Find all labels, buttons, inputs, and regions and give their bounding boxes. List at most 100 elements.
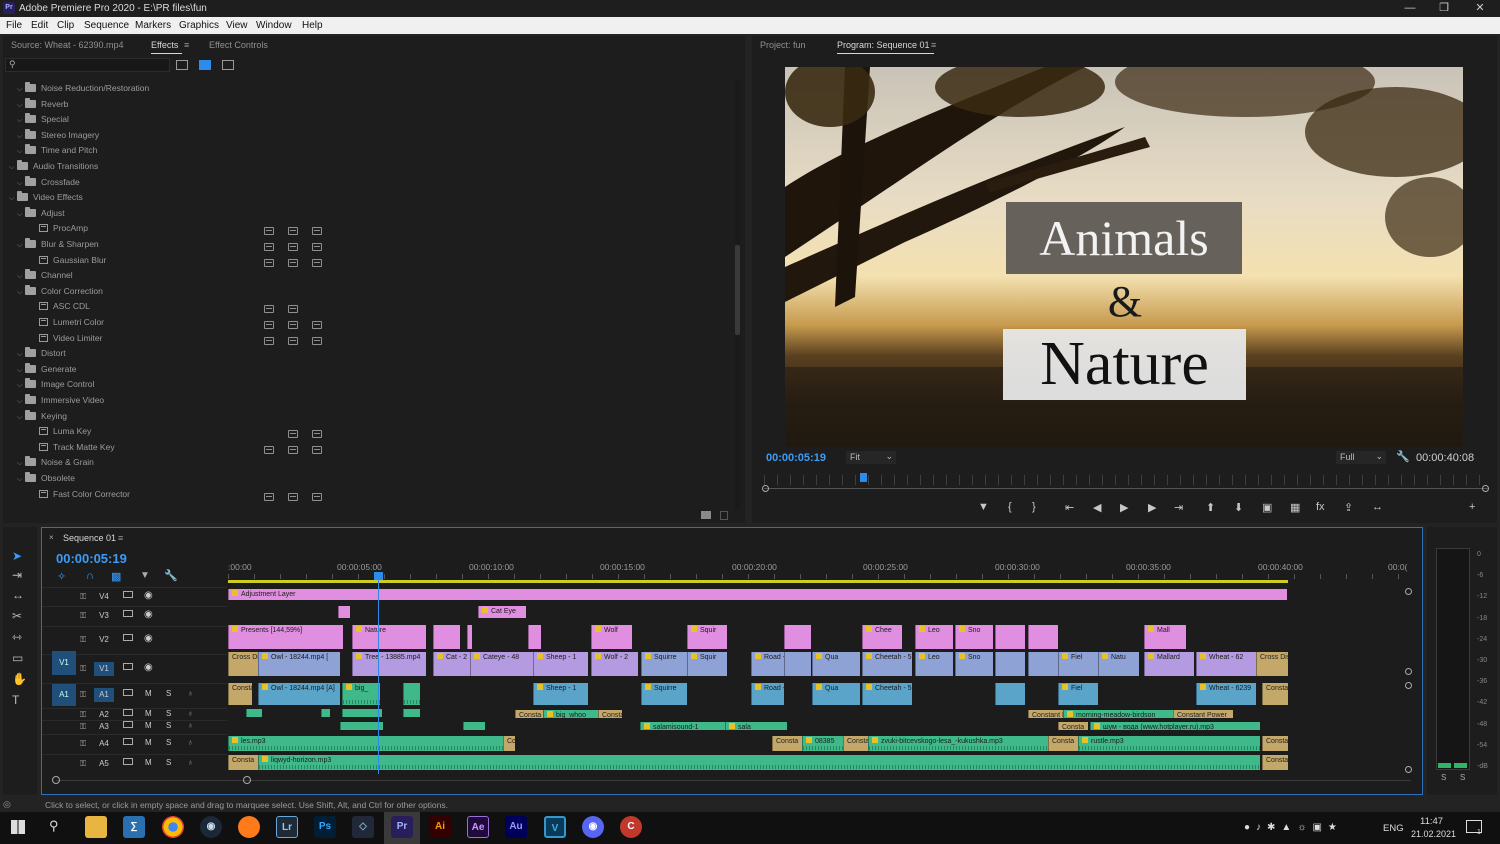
chevron-down-icon[interactable]: ⌵ <box>17 414 25 422</box>
timeline-clip[interactable]: salamisound-1 <box>640 722 725 730</box>
tree-item-1[interactable]: ⌵ Reverb <box>17 97 68 113</box>
zoom-handle-right[interactable] <box>1482 485 1489 492</box>
timeline-clip[interactable]: big_whoo <box>543 710 598 718</box>
fx-icon[interactable]: fx <box>1316 501 1325 513</box>
tree-item-25[interactable]: ⌵ Obsolete <box>17 472 75 487</box>
program-time-ruler[interactable] <box>764 475 1489 485</box>
mark-in-icon[interactable]: { <box>1008 501 1012 513</box>
lock-icon[interactable]: ⚿ <box>80 635 86 645</box>
timeline-clip[interactable] <box>467 625 472 649</box>
timeline-clip[interactable]: Cateye - 48 <box>470 652 533 676</box>
system-tray-icons[interactable]: ●♪✱▲☼▣★ <box>1244 822 1343 833</box>
solo-right-button[interactable]: S <box>1460 773 1465 782</box>
mute-button[interactable]: M <box>145 738 152 747</box>
eye-icon[interactable]: ◉ <box>144 662 153 673</box>
tree-item-4[interactable]: ⌵ Time and Pitch <box>17 144 97 159</box>
chevron-down-icon[interactable]: ⌵ <box>17 86 25 94</box>
panel-menu-icon[interactable]: ≡ <box>184 40 189 50</box>
yuv-effects-icon[interactable] <box>222 60 234 70</box>
selection-tool-icon[interactable]: ➤ <box>12 549 22 563</box>
timeline-clip[interactable]: шум - вода (www.hotplayer.ru).mp3 <box>1090 722 1260 730</box>
snap-icon[interactable]: ∩ <box>86 570 94 582</box>
tree-item-18[interactable]: ⌵ Generate <box>17 362 76 378</box>
timeline-clip[interactable] <box>784 652 811 676</box>
timeline-clip[interactable]: Fiel <box>1058 652 1098 676</box>
timeline-clip[interactable]: Wheat - 6239 <box>1196 683 1256 705</box>
after-effects-icon[interactable]: Ae <box>467 816 489 838</box>
timeline-clip[interactable]: sala <box>725 722 787 730</box>
tab-program[interactable]: Program: Sequence 01 <box>837 40 934 54</box>
tree-item-16[interactable]: Video Limiter <box>39 333 102 347</box>
export-frame-icon[interactable]: ▣ <box>1262 501 1272 514</box>
work-area-bar[interactable] <box>228 580 1288 583</box>
eye-icon[interactable]: ◉ <box>144 633 153 644</box>
timeline-clip[interactable] <box>1028 652 1058 676</box>
timeline-clip[interactable]: Consta <box>1048 736 1078 751</box>
timeline-clip[interactable]: 08385 <box>802 736 847 751</box>
ruler-ticks[interactable] <box>228 574 1408 579</box>
track-target-A4[interactable]: A4 <box>94 737 114 751</box>
export-icon[interactable]: ⇪ <box>1344 501 1353 514</box>
keyboard-language[interactable]: ENG <box>1383 823 1404 834</box>
mute-button[interactable]: M <box>145 721 152 730</box>
tree-item-23[interactable]: Track Matte Key <box>39 442 115 456</box>
eye-icon[interactable]: ◉ <box>144 609 153 620</box>
sync-lock-icon[interactable] <box>123 610 133 617</box>
steam-icon[interactable]: ◉ <box>200 816 222 838</box>
solo-left-button[interactable]: S <box>1441 773 1446 782</box>
timeline-clip[interactable] <box>342 709 382 717</box>
tree-item-17[interactable]: ⌵ Distort <box>17 347 66 362</box>
timeline-clip[interactable]: Consta <box>228 683 252 705</box>
sequence-tab[interactable]: Sequence 01 <box>63 533 116 543</box>
timeline-clip[interactable] <box>995 683 1025 705</box>
timeline-clip[interactable] <box>784 625 811 649</box>
audition-icon[interactable]: Au <box>505 816 527 838</box>
timeline-clip[interactable]: Wheat - 62 <box>1196 652 1256 676</box>
solo-button[interactable]: S <box>166 738 171 747</box>
search-icon[interactable]: ⚲ <box>49 818 59 834</box>
tab-project[interactable]: Project: fun <box>760 40 806 50</box>
tree-item-5[interactable]: ⌵ Audio Transitions <box>9 160 98 175</box>
timeline-clip[interactable] <box>403 709 420 717</box>
close-sequence-icon[interactable]: × <box>49 533 54 542</box>
timeline-clip[interactable]: Sheep - 1 <box>533 683 588 705</box>
timeline-clip[interactable]: rustle.mp3 <box>1078 736 1260 751</box>
menu-help[interactable]: Help <box>302 20 323 31</box>
button-editor-icon[interactable]: ↔ <box>1372 501 1383 513</box>
program-video-frame[interactable]: Animals & Nature <box>785 67 1463 447</box>
solo-button[interactable]: S <box>166 758 171 767</box>
add-marker-icon[interactable]: ▼ <box>978 501 989 513</box>
timeline-clip[interactable]: big_ <box>342 683 380 705</box>
program-playhead[interactable] <box>860 473 867 482</box>
tree-item-24[interactable]: ⌵ Noise & Grain <box>17 456 94 471</box>
timeline-clip[interactable] <box>463 722 485 730</box>
timeline-clip[interactable]: Cat Eye <box>478 606 526 618</box>
tab-source[interactable]: Source: Wheat - 62390.mp4 <box>11 40 124 50</box>
timeline-clip[interactable]: Consta <box>772 736 802 751</box>
microphone-icon[interactable]: ♁ <box>187 720 194 730</box>
mute-button[interactable]: M <box>145 758 152 767</box>
play-icon[interactable]: ▶ <box>1120 501 1128 514</box>
tab-effects[interactable]: Effects <box>151 40 183 54</box>
microphone-icon[interactable]: ♁ <box>187 688 194 698</box>
sync-lock-icon[interactable] <box>123 738 133 745</box>
chevron-down-icon[interactable]: ⌵ <box>17 273 25 281</box>
go-to-in-icon[interactable]: ⇤ <box>1065 501 1074 514</box>
wrench-icon[interactable]: 🔧 <box>1396 450 1410 463</box>
sync-lock-icon[interactable] <box>123 720 133 728</box>
mute-button[interactable]: M <box>145 689 152 698</box>
microphone-icon[interactable]: ♁ <box>187 708 194 718</box>
firefox-icon[interactable] <box>238 816 260 838</box>
tree-item-2[interactable]: ⌵ Special <box>17 113 69 128</box>
timeline-clip[interactable]: Co <box>503 736 515 751</box>
timeline-settings-icon[interactable]: 🔧 <box>164 569 178 582</box>
chevron-down-icon[interactable]: ⌵ <box>17 102 25 110</box>
chevron-down-icon[interactable]: ⌵ <box>17 460 25 468</box>
effects-search-input[interactable]: ⚲ <box>5 58 170 72</box>
timeline-clip[interactable]: Nature <box>352 625 426 649</box>
extract-icon[interactable]: ⬇ <box>1234 501 1243 514</box>
timeline-clip[interactable]: Cross Dis <box>1256 652 1288 676</box>
timeline-clip[interactable]: Natu <box>1098 652 1139 676</box>
timeline-clip[interactable] <box>246 709 262 717</box>
go-to-out-icon[interactable]: ⇥ <box>1174 501 1183 514</box>
